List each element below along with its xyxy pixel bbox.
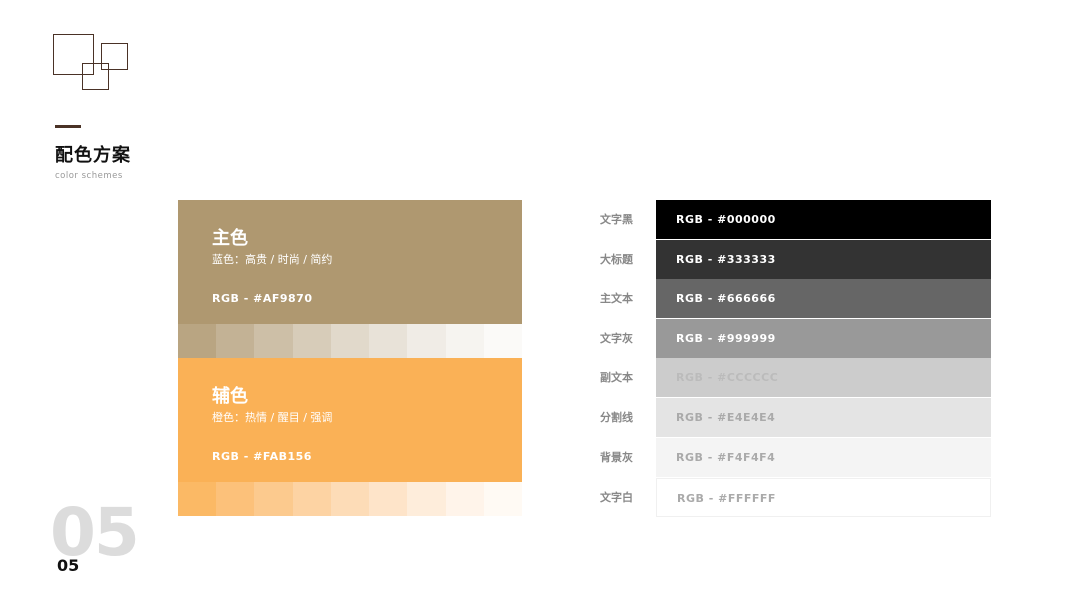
gray-swatch: RGB - #E4E4E4 xyxy=(656,398,991,437)
gray-rgb-value: RGB - #666666 xyxy=(676,292,776,305)
aux-color-tint-swatch xyxy=(178,482,217,516)
aux-color-tint-swatch xyxy=(407,482,446,516)
page-subtitle: color schemes xyxy=(55,171,123,181)
gray-row: 主文本 RGB - #666666 xyxy=(600,279,991,318)
aux-color-tints xyxy=(178,482,522,516)
aux-color-desc: 橙色：热情 / 醒目 / 强调 xyxy=(212,411,333,424)
main-color-desc: 蓝色：高贵 / 时尚 / 简约 xyxy=(212,253,333,266)
main-color-tint-swatch xyxy=(178,324,217,358)
page-number: 05 xyxy=(57,556,80,575)
gray-swatch: RGB - #FFFFFF xyxy=(656,478,991,517)
gray-label: 副文本 xyxy=(600,371,633,384)
gray-swatch: RGB - #CCCCCC xyxy=(656,358,991,397)
gray-row: 文字白 RGB - #FFFFFF xyxy=(600,478,991,517)
main-color-rgb: RGB - #AF9870 xyxy=(212,292,313,305)
main-color-name: 主色 xyxy=(212,228,248,249)
gray-row: 大标题 RGB - #333333 xyxy=(600,240,991,279)
gray-row: 副文本 RGB - #CCCCCC xyxy=(600,358,991,397)
main-color-tint-swatch xyxy=(216,324,255,358)
gray-rgb-value: RGB - #E4E4E4 xyxy=(676,411,776,424)
aux-color-card: 辅色 橙色：热情 / 醒目 / 强调 RGB - #FAB156 xyxy=(178,358,522,482)
gray-swatch: RGB - #666666 xyxy=(656,279,991,318)
gray-label: 分割线 xyxy=(600,411,633,424)
gray-row: 背景灰 RGB - #F4F4F4 xyxy=(600,438,991,477)
aux-color-tint-swatch xyxy=(330,482,370,516)
gray-label: 主文本 xyxy=(600,292,633,305)
logo-squares xyxy=(53,34,131,92)
main-color-tint-swatch xyxy=(483,324,522,358)
gray-label: 文字灰 xyxy=(600,332,633,345)
gray-swatch: RGB - #333333 xyxy=(656,240,991,279)
gray-label: 文字白 xyxy=(600,491,633,504)
main-color-tint-swatch xyxy=(254,324,293,358)
aux-color-tint-swatch xyxy=(445,482,484,516)
main-color-tints xyxy=(178,324,522,358)
gray-rgb-value: RGB - #999999 xyxy=(676,332,776,345)
logo-square-bottom xyxy=(82,63,109,90)
gray-row: 文字黑 RGB - #000000 xyxy=(600,200,991,239)
gray-rgb-value: RGB - #F4F4F4 xyxy=(676,451,776,464)
main-color-tint-swatch xyxy=(445,324,484,358)
main-color-tint-swatch xyxy=(407,324,446,358)
title-accent-bar xyxy=(55,125,81,128)
gray-rgb-value: RGB - #CCCCCC xyxy=(676,371,779,384)
gray-rgb-value: RGB - #000000 xyxy=(676,213,776,226)
main-color-tint-swatch xyxy=(369,324,408,358)
gray-rgb-value: RGB - #333333 xyxy=(676,253,776,266)
gray-row: 分割线 RGB - #E4E4E4 xyxy=(600,398,991,437)
gray-swatch: RGB - #000000 xyxy=(656,200,991,239)
aux-color-tint-swatch xyxy=(254,482,293,516)
gray-swatch: RGB - #999999 xyxy=(656,319,991,358)
gray-rgb-value: RGB - #FFFFFF xyxy=(677,492,776,505)
aux-color-tint-swatch xyxy=(483,482,522,516)
main-color-tint-swatch xyxy=(292,324,331,358)
gray-label: 文字黑 xyxy=(600,213,633,226)
gray-row: 文字灰 RGB - #999999 xyxy=(600,319,991,358)
gray-swatch: RGB - #F4F4F4 xyxy=(656,438,991,477)
aux-color-tint-swatch xyxy=(216,482,255,516)
gray-label: 背景灰 xyxy=(600,451,633,464)
main-color-tint-swatch xyxy=(330,324,370,358)
main-color-card: 主色 蓝色：高贵 / 时尚 / 简约 RGB - #AF9870 xyxy=(178,200,522,324)
page-title: 配色方案 xyxy=(55,145,131,166)
aux-color-tint-swatch xyxy=(292,482,331,516)
aux-color-tint-swatch xyxy=(369,482,408,516)
gray-label: 大标题 xyxy=(600,253,633,266)
aux-color-rgb: RGB - #FAB156 xyxy=(212,450,312,463)
aux-color-name: 辅色 xyxy=(212,386,248,407)
